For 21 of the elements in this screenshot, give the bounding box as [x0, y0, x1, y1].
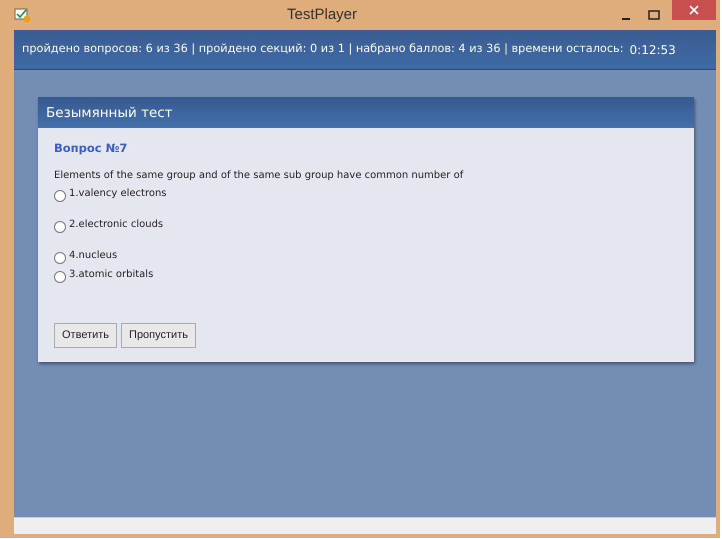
answer-button[interactable]: Ответить — [54, 323, 118, 348]
skip-button[interactable]: Пропустить — [121, 323, 196, 348]
question-text: Elements of the same group and of the same sub group have common number of — [54, 169, 464, 184]
app-icon — [14, 7, 32, 23]
timer: 0:12:53 — [630, 42, 676, 58]
question-number: Вопрос №7 — [54, 140, 128, 157]
close-button[interactable] — [672, 0, 716, 20]
radio-button[interactable] — [54, 190, 66, 202]
radio-button[interactable] — [54, 271, 66, 284]
close-icon — [689, 5, 699, 15]
minimize-icon — [622, 18, 630, 20]
option-label[interactable]: 1.valency electrons — [69, 186, 167, 202]
window-title: TestPlayer — [286, 4, 358, 25]
option-label[interactable]: 2.electronic clouds — [69, 217, 164, 232]
option-label[interactable]: 3.atomic orbitals — [69, 267, 154, 282]
panel-title: Безымянный тест — [46, 105, 173, 121]
radio-button[interactable] — [54, 252, 66, 264]
maximize-icon — [648, 10, 660, 20]
radio-button[interactable] — [54, 221, 66, 234]
option-label[interactable]: 4.nucleus — [69, 248, 118, 264]
progress-text: пройдено вопросов: 6 из 36 | пройдено секций: 0 из 1 | набрано баллов: 4 из 36 | времени осталось: — [22, 41, 624, 58]
